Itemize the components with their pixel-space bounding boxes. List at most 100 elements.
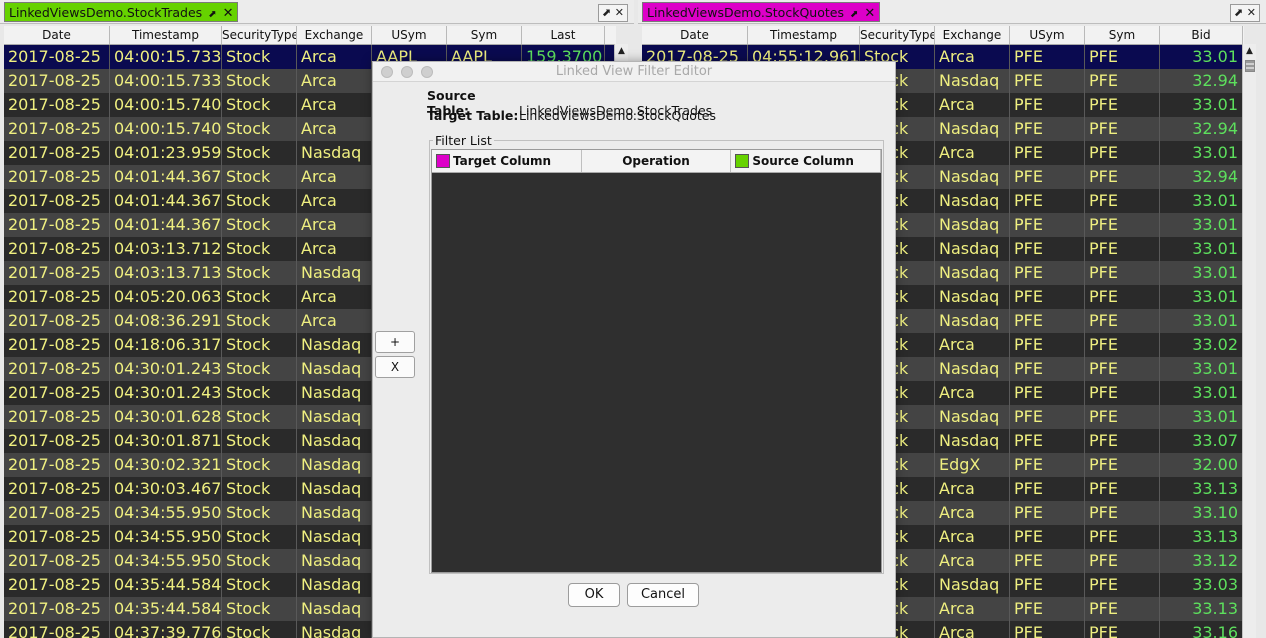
table-cell: 04:34:55.950 bbox=[110, 525, 222, 549]
column-header-usym[interactable]: USym bbox=[372, 26, 447, 44]
table-cell: Stock bbox=[222, 477, 297, 501]
table-cell: Stock bbox=[222, 285, 297, 309]
column-header-bid[interactable]: Bid bbox=[1160, 26, 1243, 44]
tab-title: LinkedViewsDemo.StockTrades bbox=[9, 5, 203, 20]
column-header-last[interactable]: Last bbox=[522, 26, 605, 44]
column-header-exchange[interactable]: Exchange bbox=[297, 26, 372, 44]
table-cell: Stock bbox=[222, 597, 297, 621]
table-cell: PFE bbox=[1085, 117, 1160, 141]
add-filter-button[interactable]: + bbox=[375, 331, 415, 353]
table-cell: Stock bbox=[222, 93, 297, 117]
table-cell: 2017-08-25 bbox=[4, 117, 110, 141]
column-header-date[interactable]: Date bbox=[4, 26, 110, 44]
table-cell: Nasdaq bbox=[935, 213, 1010, 237]
table-cell: 04:30:01.628 bbox=[110, 405, 222, 429]
table-cell: 04:30:01.243 bbox=[110, 357, 222, 381]
table-cell: 2017-08-25 bbox=[4, 381, 110, 405]
table-cell: PFE bbox=[1010, 453, 1085, 477]
column-header-target[interactable]: Target Column bbox=[432, 150, 582, 172]
table-cell: 33.01 bbox=[1160, 357, 1243, 381]
column-header-exchange[interactable]: Exchange bbox=[935, 26, 1010, 44]
table-cell: PFE bbox=[1010, 165, 1085, 189]
pin-icon[interactable]: ⬈ bbox=[1234, 6, 1243, 19]
table-cell: 04:01:44.367 bbox=[110, 165, 222, 189]
table-cell: Nasdaq bbox=[935, 165, 1010, 189]
table-cell: 04:34:55.950 bbox=[110, 501, 222, 525]
column-header-securitytype[interactable]: SecurityType bbox=[222, 26, 297, 44]
table-cell: Stock bbox=[222, 165, 297, 189]
table-cell: 04:01:44.367 bbox=[110, 189, 222, 213]
table-cell: PFE bbox=[1085, 165, 1160, 189]
table-cell: PFE bbox=[1010, 141, 1085, 165]
tab-title: LinkedViewsDemo.StockQuotes bbox=[647, 5, 844, 20]
ok-button[interactable]: OK bbox=[568, 583, 620, 607]
close-icon[interactable]: ✕ bbox=[223, 6, 234, 21]
column-header-source[interactable]: Source Column bbox=[731, 150, 882, 172]
column-header-sym[interactable]: Sym bbox=[447, 26, 522, 44]
table-cell: 33.01 bbox=[1160, 93, 1243, 117]
pin-icon[interactable]: ⬈ bbox=[850, 9, 858, 20]
vertical-scrollbar[interactable]: ▲ bbox=[1242, 44, 1256, 638]
close-icon[interactable]: ✕ bbox=[615, 6, 624, 19]
table-cell: 33.01 bbox=[1160, 261, 1243, 285]
scrollbar-thumb[interactable] bbox=[1245, 60, 1255, 72]
table-cell: Nasdaq bbox=[935, 573, 1010, 597]
source-color-swatch bbox=[735, 154, 750, 168]
table-cell: Arca bbox=[297, 45, 372, 69]
table-cell: Arca bbox=[297, 93, 372, 117]
column-header-sym[interactable]: Sym bbox=[1085, 26, 1160, 44]
filter-list-table[interactable]: Target Column Operation Source Column bbox=[431, 149, 882, 573]
table-cell: PFE bbox=[1085, 285, 1160, 309]
dialog-titlebar[interactable]: Linked View Filter Editor bbox=[373, 62, 895, 82]
table-cell: Arca bbox=[297, 237, 372, 261]
table-cell: Arca bbox=[935, 621, 1010, 638]
target-table-label: Target Table: bbox=[427, 108, 519, 123]
close-icon[interactable]: ✕ bbox=[864, 6, 875, 21]
column-header-usym[interactable]: USym bbox=[1010, 26, 1085, 44]
table-cell: PFE bbox=[1010, 549, 1085, 573]
scroll-up-icon[interactable]: ▲ bbox=[1243, 44, 1256, 58]
table-cell: Stock bbox=[222, 261, 297, 285]
table-cell: Stock bbox=[222, 573, 297, 597]
panel-controls[interactable]: ⬈ ✕ bbox=[1230, 4, 1260, 22]
table-cell: PFE bbox=[1085, 573, 1160, 597]
column-header-operation[interactable]: Operation bbox=[582, 150, 732, 172]
table-cell: 2017-08-25 bbox=[4, 405, 110, 429]
panel-controls[interactable]: ⬈ ✕ bbox=[598, 4, 628, 22]
cancel-button[interactable]: Cancel bbox=[627, 583, 699, 607]
table-cell: Nasdaq bbox=[297, 597, 372, 621]
table-cell: 32.94 bbox=[1160, 69, 1243, 93]
table-cell: PFE bbox=[1010, 621, 1085, 638]
filter-list-label: Filter List bbox=[433, 133, 494, 148]
column-header-date[interactable]: Date bbox=[642, 26, 748, 44]
table-cell: Arca bbox=[935, 141, 1010, 165]
remove-filter-button[interactable]: X bbox=[375, 356, 415, 378]
column-header-timestamp[interactable]: Timestamp bbox=[748, 26, 860, 44]
table-cell: 04:00:15.740 bbox=[110, 93, 222, 117]
table-cell: 04:30:03.467 bbox=[110, 477, 222, 501]
table-cell: 2017-08-25 bbox=[4, 45, 110, 69]
table-cell: 33.01 bbox=[1160, 237, 1243, 261]
table-cell: 2017-08-25 bbox=[4, 285, 110, 309]
tab-stock-trades[interactable]: LinkedViewsDemo.StockTrades ⬈ ✕ bbox=[4, 2, 239, 22]
table-cell: Nasdaq bbox=[935, 429, 1010, 453]
table-cell: 33.10 bbox=[1160, 501, 1243, 525]
column-header-timestamp[interactable]: Timestamp bbox=[110, 26, 222, 44]
column-header-securitytype[interactable]: SecurityType bbox=[860, 26, 935, 44]
table-cell: PFE bbox=[1010, 213, 1085, 237]
table-cell: PFE bbox=[1010, 93, 1085, 117]
pin-icon[interactable]: ⬈ bbox=[602, 6, 611, 19]
table-cell: 04:18:06.317 bbox=[110, 333, 222, 357]
scroll-up-icon[interactable]: ▲ bbox=[615, 44, 628, 58]
table-cell: 2017-08-25 bbox=[4, 261, 110, 285]
table-cell: Stock bbox=[222, 69, 297, 93]
table-cell: 04:00:15.733 bbox=[110, 45, 222, 69]
table-cell: 04:03:13.712 bbox=[110, 237, 222, 261]
table-cell: Stock bbox=[222, 525, 297, 549]
table-cell: PFE bbox=[1085, 357, 1160, 381]
table-cell: Stock bbox=[222, 333, 297, 357]
table-cell: Nasdaq bbox=[297, 501, 372, 525]
tab-stock-quotes[interactable]: LinkedViewsDemo.StockQuotes ⬈ ✕ bbox=[642, 2, 881, 22]
close-icon[interactable]: ✕ bbox=[1247, 6, 1256, 19]
pin-icon[interactable]: ⬈ bbox=[208, 9, 216, 20]
